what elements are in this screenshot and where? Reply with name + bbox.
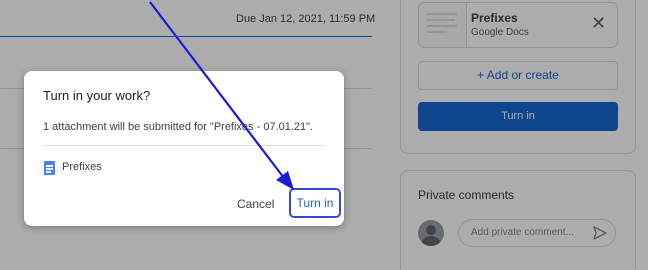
cancel-button[interactable]: Cancel — [237, 197, 274, 211]
dialog-title: Turn in your work? — [43, 88, 151, 103]
turn-in-dialog: Turn in your work? 1 attachment will be … — [24, 71, 344, 226]
dialog-message: 1 attachment will be submitted for "Pref… — [43, 121, 314, 133]
google-docs-icon — [44, 161, 55, 175]
turn-in-button[interactable]: Turn in — [289, 188, 341, 218]
dialog-attachment-name[interactable]: Prefixes — [62, 161, 102, 173]
dialog-divider — [43, 145, 326, 146]
